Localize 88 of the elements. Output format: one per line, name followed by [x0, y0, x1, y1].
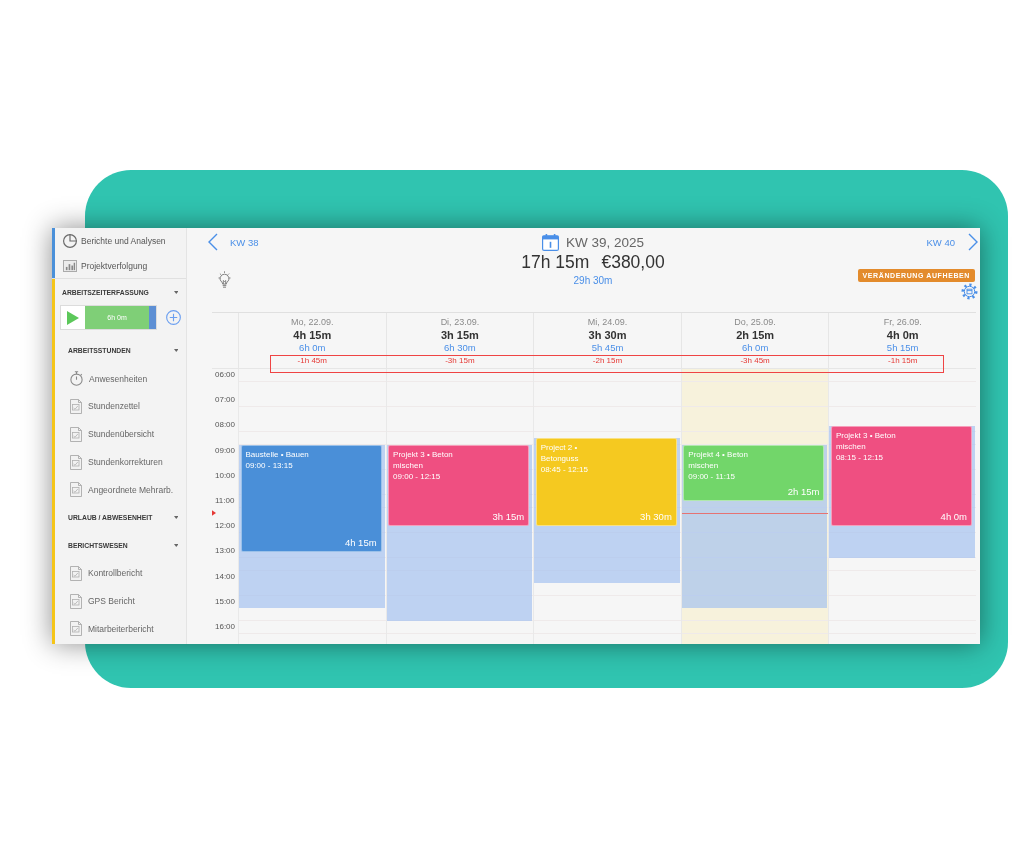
- document-icon: [70, 565, 82, 581]
- sidebar-item[interactable]: Projektverfolgung: [55, 253, 186, 278]
- day-date: Fr, 26.09.: [883, 316, 922, 328]
- day-target-hours: 6h 0m: [299, 342, 326, 354]
- time-label: 12:00: [215, 520, 236, 533]
- timer-handle[interactable]: [149, 306, 156, 329]
- event-title: Projekt 3 • Beton mischen: [835, 429, 897, 452]
- stopwatch-icon: [70, 371, 83, 387]
- chevron-left-icon: [208, 233, 218, 251]
- add-icon[interactable]: [166, 310, 181, 325]
- sidebar-item[interactable]: Berichte und Analysen: [55, 228, 186, 253]
- lightbulb-icon[interactable]: [218, 271, 231, 288]
- event-duration: 3h 15m: [492, 511, 525, 524]
- sidebar-item[interactable]: Stundenübersicht: [55, 420, 186, 449]
- day-date: Mi, 24.09.: [587, 316, 628, 328]
- day-difference: -2h 15m: [592, 355, 623, 367]
- time-label: 08:00: [215, 419, 236, 432]
- event-duration: 4h 15m: [344, 536, 377, 549]
- day-date: Mo, 22.09.: [291, 316, 334, 328]
- play-icon[interactable]: [67, 310, 79, 325]
- caret-icon[interactable]: [173, 349, 178, 353]
- time-label: 14:00: [215, 570, 236, 583]
- sidebar-item[interactable]: Stundenkorrekturen: [55, 448, 186, 476]
- document-icon: [70, 426, 82, 442]
- day-difference: -3h 45m: [740, 355, 770, 367]
- day-difference: -1h 45m: [297, 355, 327, 367]
- time-label: 15:00: [215, 595, 236, 608]
- bar-chart-icon: [63, 259, 77, 272]
- day-target-hours: 5h 15m: [886, 342, 919, 354]
- calendar-icon[interactable]: [541, 233, 559, 251]
- day-target-hours: 6h 0m: [741, 342, 769, 354]
- event-title: Baustelle • Bauen: [245, 448, 309, 460]
- week-total-hours: 17h 15m: [521, 251, 590, 273]
- sidebar-item[interactable]: Angeordnete Mehrarb.: [55, 476, 186, 504]
- caret-icon[interactable]: [173, 516, 178, 520]
- document-icon: [70, 593, 82, 609]
- week-target-hours: 29h 30m: [573, 274, 613, 288]
- time-label: 13:00: [215, 545, 236, 558]
- event-duration: 2h 15m: [787, 486, 820, 499]
- day-date: Do, 25.09.: [734, 316, 776, 328]
- pie-chart-icon: [63, 233, 77, 248]
- event-time: 09:00 - 12:15: [393, 470, 441, 482]
- event-time: 08:15 - 12:15: [835, 451, 884, 463]
- calendar-event[interactable]: Baustelle • Bauen 09:00 - 13:15 4h 15m: [240, 444, 382, 552]
- time-label: 07:00: [215, 394, 236, 407]
- week-total-amount: €380,00: [601, 251, 665, 273]
- document-icon: [70, 454, 82, 470]
- sidebar-item[interactable]: Stundenzettel: [55, 392, 186, 421]
- day-difference: -3h 15m: [445, 355, 475, 367]
- event-time: 09:00 - 11:15: [688, 470, 735, 482]
- day-difference: -1h 15m: [888, 355, 918, 367]
- previous-week-link[interactable]: KW 38: [208, 233, 259, 251]
- calendar-event[interactable]: Projekt 3 • Beton mischen 08:15 - 12:15 4h 0m: [830, 425, 972, 527]
- event-title: Project 2 • Betonguss: [540, 442, 580, 465]
- event-duration: 3h 30m: [640, 511, 672, 524]
- event-time: 08:45 - 12:15: [540, 464, 588, 476]
- time-label: 16:00: [215, 620, 236, 633]
- calendar-event[interactable]: Projekt 3 • Beton mischen 09:00 - 12:15 3h 15m: [388, 444, 530, 527]
- day-total-hours: 3h 15m: [440, 328, 479, 342]
- time-label: 06:00: [215, 369, 236, 381]
- sidebar-item[interactable]: Mitarbeiterbericht: [55, 614, 186, 643]
- event-time: 09:00 - 13:15: [245, 459, 293, 471]
- day-total-hours: 4h 15m: [293, 328, 332, 342]
- event-duration: 4h 0m: [940, 511, 967, 524]
- event-title: Projekt 4 • Beton mischen: [688, 448, 750, 471]
- caret-icon[interactable]: [173, 290, 178, 294]
- next-week-link[interactable]: KW 40: [926, 233, 978, 251]
- document-icon: [70, 482, 82, 498]
- time-label: 10:00: [215, 469, 236, 482]
- sidebar-item[interactable]: GPS Bericht: [55, 587, 186, 615]
- chevron-right-icon: [968, 233, 978, 251]
- time-label: 09:00: [215, 444, 236, 457]
- day-total-hours: 2h 15m: [736, 328, 775, 342]
- day-target-hours: 5h 45m: [591, 342, 624, 354]
- day-total-hours: 3h 30m: [588, 328, 627, 342]
- day-total-hours: 4h 0m: [886, 328, 919, 342]
- sidebar-item[interactable]: Kontrollbericht: [55, 559, 186, 588]
- event-title: Projekt 3 • Beton mischen: [393, 448, 454, 471]
- sidebar-item[interactable]: Anwesenheiten: [55, 364, 186, 393]
- day-date: Di, 23.09.: [440, 316, 480, 328]
- day-target-hours: 6h 30m: [444, 342, 476, 354]
- time-marker-icon: [212, 510, 216, 517]
- caret-icon[interactable]: [173, 543, 178, 547]
- gear-icon[interactable]: [961, 283, 978, 300]
- document-icon: [70, 399, 82, 414]
- document-icon: [70, 621, 82, 637]
- time-label: 11:00: [215, 494, 235, 507]
- week-title: KW 39, 2025: [565, 234, 644, 250]
